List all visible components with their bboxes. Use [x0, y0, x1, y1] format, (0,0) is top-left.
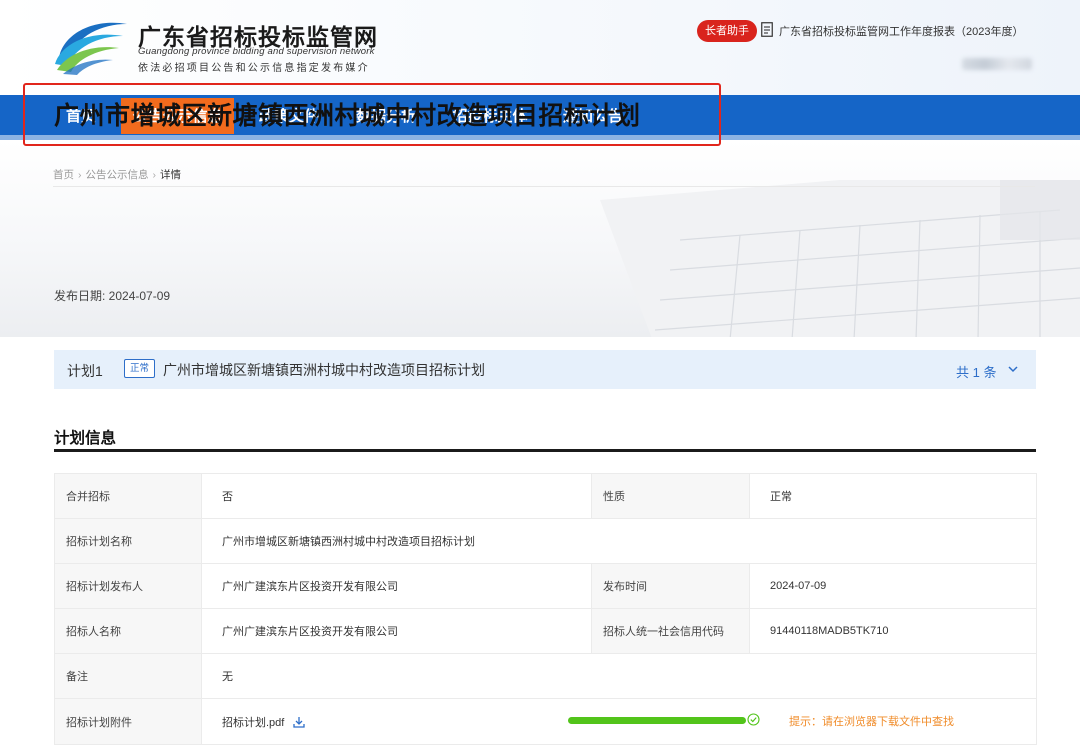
- site-header: 广东省招标投标监管网 Guangdong province bidding an…: [0, 0, 1080, 95]
- check-circle-icon: [747, 713, 760, 726]
- breadcrumb-announcements[interactable]: 公告公示信息: [86, 169, 149, 181]
- field-label: 发布时间: [591, 563, 750, 609]
- field-label: 合并招标: [54, 473, 202, 519]
- field-value: 广州市增城区新塘镇西洲村城中村改造项目招标计划: [201, 518, 1037, 564]
- document-icon[interactable]: [761, 22, 773, 37]
- field-value: 91440118MADB5TK710: [749, 608, 1037, 654]
- plan-info-table: 合并招标 否 性质 正常 招标计划名称 广州市增城区新塘镇西洲村城中村改造项目招…: [54, 473, 1037, 745]
- status-badge: 正常: [124, 359, 156, 378]
- download-icon[interactable]: [293, 716, 306, 728]
- download-hint: 提示：请在浏览器下载文件中查找: [789, 716, 954, 728]
- plan-number: 计划1: [67, 363, 103, 379]
- breadcrumb-divider: [53, 186, 1035, 187]
- field-value: 否: [201, 473, 592, 519]
- table-row: 备注 无: [54, 653, 1037, 699]
- download-progress-bar: [568, 717, 746, 724]
- field-label: 招标计划附件: [54, 698, 202, 745]
- field-value: 2024-07-09: [749, 563, 1037, 609]
- field-label: 招标人统一社会信用代码: [591, 608, 750, 654]
- breadcrumb-current: 详情: [160, 169, 181, 181]
- field-value: 正常: [749, 473, 1037, 519]
- field-label: 备注: [54, 653, 202, 699]
- table-row: 合并招标 否 性质 正常: [54, 473, 1037, 519]
- plan-name: 广州市增城区新塘镇西洲村城中村改造项目招标计划: [163, 362, 485, 378]
- site-subtitle: Guangdong province bidding and supervisi…: [138, 46, 375, 57]
- breadcrumb: 首页 › 公告公示信息 › 详情: [53, 167, 181, 182]
- site-slogan: 依法必招项目公告和公示信息指定发布媒介: [138, 63, 370, 74]
- section-title: 计划信息: [54, 429, 117, 447]
- field-label: 性质: [591, 473, 750, 519]
- table-row: 招标计划名称 广州市增城区新塘镇西洲村城中村改造项目招标计划: [54, 518, 1037, 564]
- breadcrumb-separator: ›: [78, 169, 82, 181]
- field-label: 招标计划发布人: [54, 563, 202, 609]
- field-label: 招标计划名称: [54, 518, 202, 564]
- breadcrumb-home[interactable]: 首页: [53, 169, 74, 181]
- publish-date: 发布日期: 2024-07-09: [54, 289, 171, 303]
- field-value: 广州广建滨东片区投资开发有限公司: [201, 608, 592, 654]
- elder-assistant-button[interactable]: 长者助手: [697, 20, 757, 42]
- breadcrumb-separator: ›: [152, 169, 157, 181]
- table-row: 招标人名称 广州广建滨东片区投资开发有限公司 招标人统一社会信用代码 91440…: [54, 608, 1037, 654]
- chevron-down-icon[interactable]: [1007, 364, 1019, 374]
- plan-selector-bar[interactable]: 计划1 正常 广州市增城区新塘镇西洲村城中村改造项目招标计划 共 1 条: [54, 350, 1036, 389]
- section-divider: [54, 449, 1036, 452]
- keyboard-background-image: [600, 180, 1080, 337]
- field-value: 广州广建滨东片区投资开发有限公司: [201, 563, 592, 609]
- site-logo-icon[interactable]: [53, 14, 131, 76]
- page-title: 广州市增城区新塘镇西洲村城中村改造项目招标计划: [54, 101, 641, 130]
- field-value: 无: [201, 653, 1037, 699]
- user-info-blurred[interactable]: [962, 58, 1032, 70]
- attachment-link[interactable]: 招标计划.pdf: [222, 717, 284, 729]
- detail-hero: 首页 › 公告公示信息 › 详情: [0, 140, 1080, 337]
- field-label: 招标人名称: [54, 608, 202, 654]
- annual-report-link[interactable]: 广东省招标投标监管网工作年度报表（2023年度）: [779, 23, 1023, 39]
- table-row: 招标计划发布人 广州广建滨东片区投资开发有限公司 发布时间 2024-07-09: [54, 563, 1037, 609]
- plan-count[interactable]: 共 1 条: [956, 362, 996, 381]
